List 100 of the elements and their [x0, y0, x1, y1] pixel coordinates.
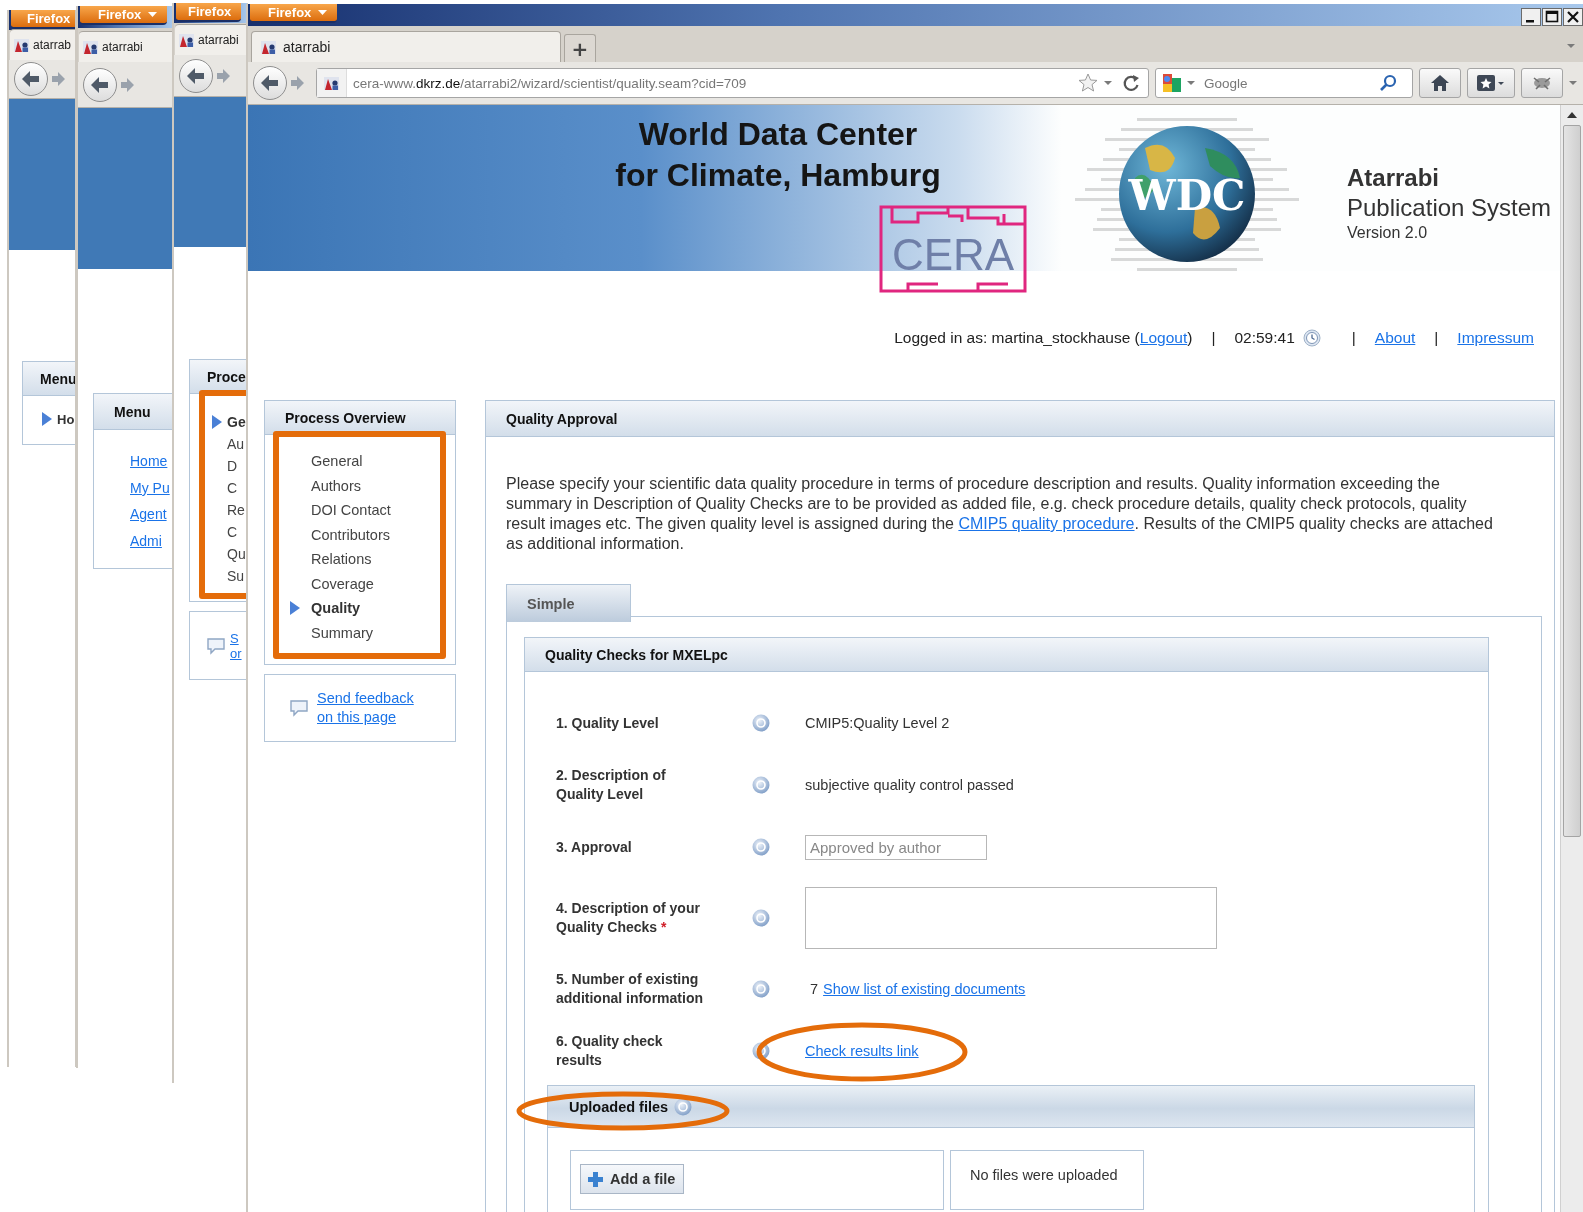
approval-field[interactable]: Approved by author: [805, 834, 987, 860]
menu-link[interactable]: Home: [130, 453, 168, 470]
results-link[interactable]: Check results link: [805, 1043, 919, 1059]
caret-icon[interactable]: [1104, 81, 1112, 85]
documents-link[interactable]: Show list of existing documents: [823, 981, 1026, 997]
help-icon[interactable]: [752, 1042, 770, 1060]
url-text: cera-www.dkrz.de/atarrabi2/wizard/scientist/quality.seam?cid=709: [353, 75, 747, 91]
feedback-link[interactable]: S or: [230, 630, 242, 661]
menu-link[interactable]: Admi: [130, 532, 162, 549]
site-title: World Data Center for Climate, Hamburg: [614, 115, 942, 195]
process-step[interactable]: General: [311, 453, 363, 470]
menu-item[interactable]: Ho: [57, 411, 75, 427]
menu-item[interactable]: C: [227, 480, 238, 496]
login-text: Logged in as: martina_stockhause (: [894, 329, 1140, 347]
bookmark-star-icon[interactable]: [1078, 73, 1098, 93]
process-step[interactable]: Coverage: [311, 575, 374, 592]
clock-icon: [1302, 329, 1321, 347]
field-label: 3. Approval: [556, 837, 633, 857]
search-icon[interactable]: [1379, 74, 1397, 92]
scrollbar[interactable]: [1560, 105, 1583, 1212]
empty-message: No files were uploaded: [970, 1167, 1118, 1183]
site-icon: [317, 69, 347, 97]
back-button[interactable]: [13, 61, 49, 97]
impressum-link[interactable]: Impressum: [1457, 329, 1534, 347]
login-text: ): [1187, 329, 1193, 347]
help-icon[interactable]: [752, 776, 770, 794]
panel-header: Quality Approval: [486, 401, 1554, 437]
caret-icon: [318, 10, 328, 15]
count-text: 7: [810, 981, 819, 997]
panel-header: Quality Checks for MXELpc: [525, 638, 1488, 672]
menu-item[interactable]: Au: [227, 436, 245, 452]
speech-bubble-icon: [206, 636, 226, 655]
reload-icon[interactable]: [1122, 74, 1140, 92]
browser-tab[interactable]: atarrabi: [251, 31, 561, 62]
maximize-button[interactable]: [1542, 8, 1562, 26]
field-value: CMIP5:Quality Level 2: [805, 715, 950, 731]
field-label: 1. Quality Level: [556, 713, 660, 733]
caret-icon: [1187, 81, 1195, 85]
minimize-button[interactable]: [1521, 8, 1541, 26]
browser-tab[interactable]: atarrabi: [79, 31, 172, 62]
field-label: 5. Number of existing additional information: [556, 970, 704, 1008]
logo-text: WDC: [1128, 171, 1246, 220]
process-step[interactable]: Summary: [311, 624, 374, 641]
tab-list-caret-icon[interactable]: [1567, 44, 1575, 48]
site-icon: [260, 39, 277, 55]
back-button[interactable]: [178, 57, 214, 94]
bookmarks-button[interactable]: [1467, 68, 1515, 98]
help-icon[interactable]: [752, 909, 770, 927]
menu-item[interactable]: Su: [227, 568, 245, 584]
bookmarks-icon: [1476, 73, 1506, 93]
process-step[interactable]: Contributors: [311, 526, 390, 543]
field-label: 2. Description of Quality Level: [556, 766, 667, 804]
process-step[interactable]: Relations: [311, 551, 372, 568]
address-bar[interactable]: cera-www.dkrz.de/atarrabi2/wizard/scientist/quality.seam?cid=709: [316, 68, 1149, 98]
search-field[interactable]: Google: [1155, 68, 1413, 98]
procedure-link[interactable]: CMIP5 quality procedure: [958, 515, 1135, 532]
separator: |: [1211, 329, 1216, 347]
caret-icon[interactable]: [1569, 81, 1577, 85]
site-icon: [178, 32, 195, 48]
description-field[interactable]: [805, 887, 1217, 949]
menu-item[interactable]: Ge: [227, 414, 246, 430]
process-step[interactable]: Authors: [311, 477, 361, 494]
back-button[interactable]: [252, 65, 288, 101]
back-button[interactable]: [82, 66, 118, 103]
extension-button[interactable]: [1521, 68, 1563, 98]
help-icon[interactable]: [752, 838, 770, 856]
menu-item[interactable]: C: [227, 524, 238, 540]
help-icon[interactable]: [752, 980, 770, 998]
process-step[interactable]: DOI Contact: [311, 502, 391, 519]
site-icon: [82, 39, 99, 55]
browser-tab[interactable]: atarrab: [10, 29, 75, 60]
form-tab[interactable]: Simple: [506, 584, 631, 622]
help-icon[interactable]: [752, 714, 770, 732]
home-button[interactable]: [1419, 68, 1461, 98]
menu-item[interactable]: D: [227, 458, 238, 474]
browser-tab[interactable]: atarrabi: [175, 24, 247, 55]
panel-header: Menu: [94, 394, 172, 430]
add-file-button[interactable]: Add a file: [580, 1164, 685, 1194]
help-icon[interactable]: [674, 1097, 693, 1116]
menu-item[interactable]: Re: [227, 502, 245, 518]
menu-link[interactable]: My Pu: [130, 479, 170, 496]
separator: |: [1351, 329, 1356, 347]
new-tab-button[interactable]: +: [564, 34, 596, 62]
app-name: Atarrabi: [1347, 164, 1441, 192]
process-step[interactable]: Quality: [311, 600, 361, 617]
logo-text: CERA: [891, 230, 1015, 279]
version-text: Version 2.0: [1347, 224, 1429, 242]
scroll-thumb[interactable]: [1563, 125, 1581, 837]
about-link[interactable]: About: [1374, 329, 1416, 347]
panel-header: Uploaded files: [569, 1098, 669, 1115]
logout-link[interactable]: Logout: [1139, 329, 1188, 347]
intro-paragraph: Please specify your scientific data quality procedure in terms of procedure description and results. Quality information exceeding the summary in Description of Quality Checks are to be provided as added file, e.g. check procedure details, quality check protocols, quality result images etc. The given quality level is assigned during the CMIP5 quality procedure. Results of the CMIP5 quality checks are attached as additional information.: [505, 474, 1494, 554]
close-button[interactable]: [1563, 8, 1583, 26]
feedback-link[interactable]: Send feedback on this page: [317, 689, 427, 727]
speech-bubble-icon: [289, 699, 309, 717]
site-icon: [13, 37, 30, 53]
session-time: 02:59:41: [1234, 329, 1295, 347]
caret-icon: [148, 12, 158, 17]
menu-link[interactable]: Agent: [130, 506, 167, 523]
menu-item[interactable]: Qu: [227, 546, 246, 562]
